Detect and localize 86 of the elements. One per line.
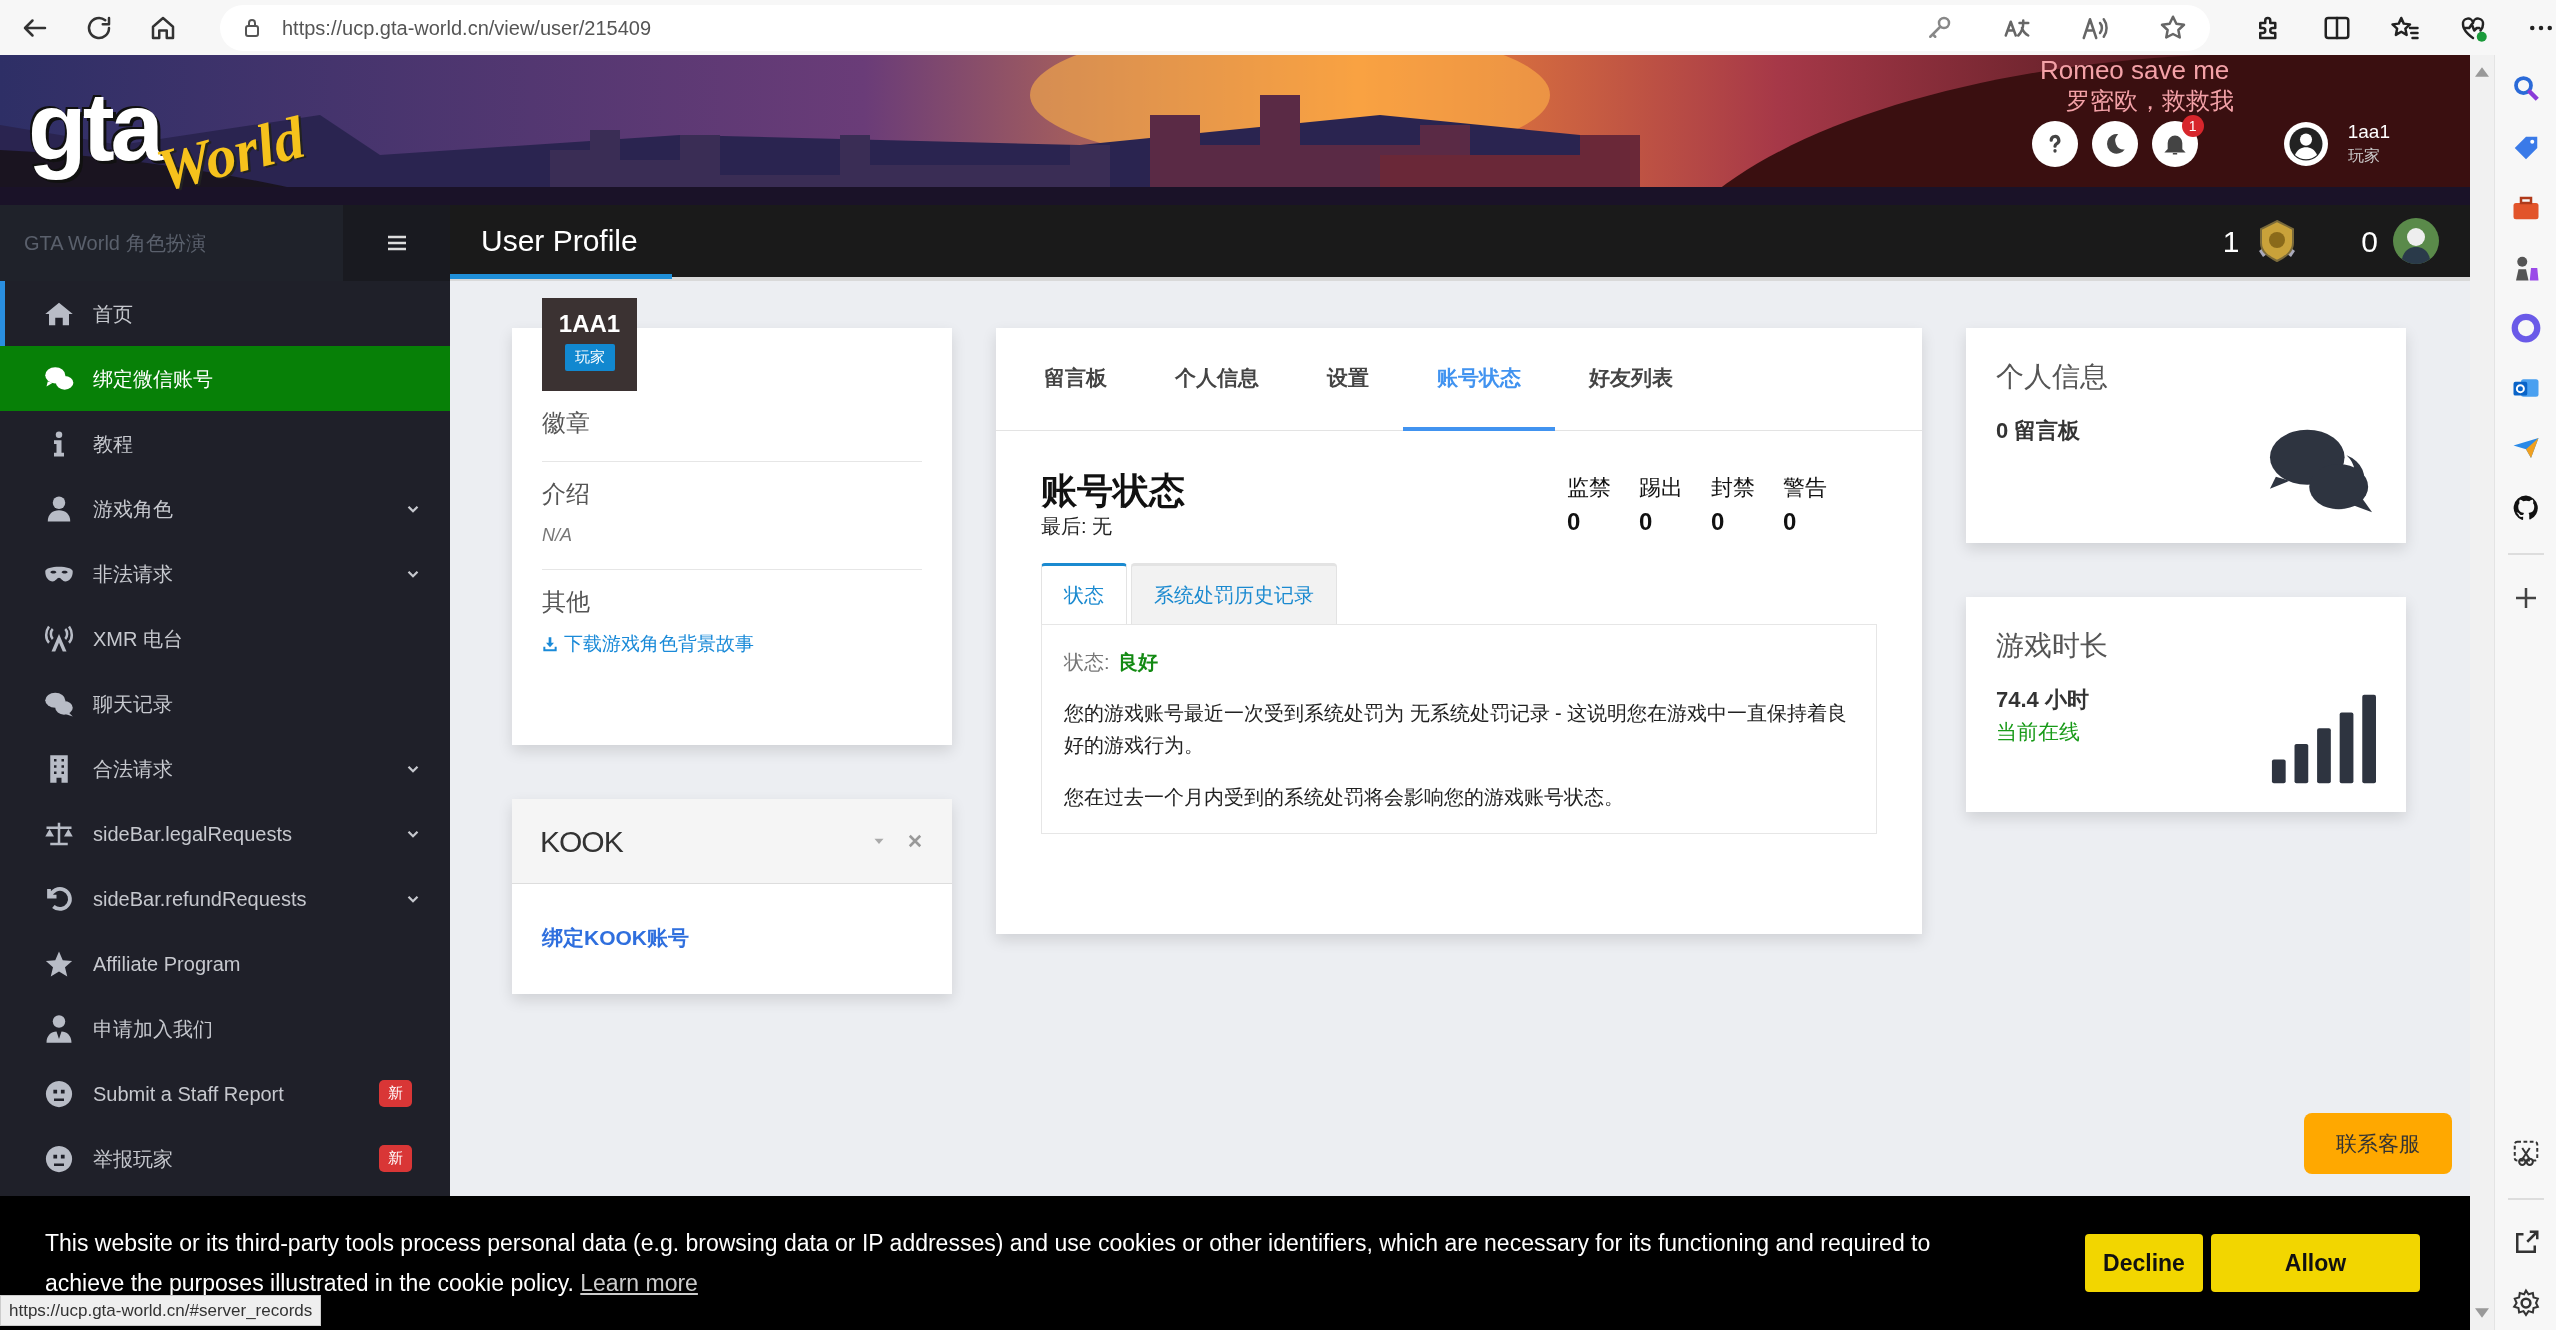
card-title: 个人信息 <box>1996 360 2108 394</box>
status-label: 状态: <box>1064 649 1110 675</box>
sidebar-item[interactable]: 合法请求 <box>0 736 450 801</box>
page-title: User Profile <box>450 207 672 279</box>
sidebar-item[interactable]: Submit a Staff Report 新 <box>0 1061 450 1126</box>
card-title: KOOK <box>540 823 624 860</box>
counter-value: 0 <box>1567 507 1582 537</box>
status-url: https://ucp.gta-world.cn/#server_records <box>0 1294 322 1326</box>
sidebar-item-label: 申请加入我们 <box>93 1016 214 1042</box>
sidebar-item[interactable]: 游戏角色 <box>0 476 450 541</box>
sidebar-item[interactable]: sideBar.refundRequests <box>0 866 450 931</box>
settings-icon[interactable] <box>2510 1288 2541 1318</box>
online-status: 当前在线 <box>1996 719 2081 745</box>
sidebar-item-label: Affiliate Program <box>93 951 242 977</box>
menu-toggle[interactable] <box>343 205 450 281</box>
profile-name: 1AA1 <box>558 312 621 336</box>
section-heading: 介绍 <box>542 479 591 509</box>
sidebar-item-label: 合法请求 <box>93 756 174 782</box>
sidebar-item-label: 教程 <box>93 431 134 457</box>
section-title: 账号状态 <box>1041 471 1185 511</box>
counter-value: 0 <box>2361 223 2378 260</box>
sidebar-item-label: 游戏角色 <box>93 496 174 522</box>
sidebar-item[interactable]: XMR 电台 <box>0 606 450 671</box>
counter-value: 0 <box>1711 507 1726 537</box>
section-text: N/A <box>542 524 573 547</box>
sidebar-item-label: Submit a Staff Report <box>93 1081 285 1107</box>
counter-value: 0 <box>1639 507 1654 537</box>
new-badge: 新 <box>379 1145 412 1172</box>
bind-link[interactable]: 绑定KOOK账号 <box>542 926 689 949</box>
antenna-icon <box>43 623 75 654</box>
sidebar-item-label: 绑定微信账号 <box>93 366 214 392</box>
counter-label: 踢出 <box>1639 474 1683 502</box>
card-title: 游戏时长 <box>1996 629 2108 663</box>
counter-label: 监禁 <box>1567 474 1611 502</box>
overlay-caption: 罗密欧，救救我 <box>2066 87 2234 115</box>
cookie-button[interactable]: Decline <box>2085 1234 2203 1292</box>
sidebar-item-label: sideBar.refundRequests <box>93 886 308 912</box>
section-heading: 徽章 <box>542 408 591 438</box>
status-value: 良好 <box>1117 649 1158 675</box>
sidebar-item[interactable]: 申请加入我们 <box>0 996 450 1061</box>
sidebar-item[interactable]: 绑定微信账号 <box>0 346 450 411</box>
download-icon <box>542 636 558 653</box>
sidebar-item-label: sideBar.legalRequests <box>93 821 293 847</box>
user-name: 1aa1 <box>2347 121 2390 144</box>
card-value: 0 留言板 <box>1996 417 2082 445</box>
tab[interactable]: 设置 <box>1293 328 1403 431</box>
sidebar-item-label: 举报玩家 <box>93 1146 174 1172</box>
ring-icon[interactable] <box>2510 313 2541 343</box>
counter-value: 1 <box>2222 223 2240 260</box>
face-icon <box>43 1078 75 1109</box>
last-update-text: 最后: 无 <box>1041 513 1114 539</box>
sidebar-item-label: XMR 电台 <box>93 626 184 652</box>
counter-label: 警告 <box>1783 474 1827 502</box>
status-paragraph: 您的游戏账号最近一次受到系统处罚为 无系统处罚记录 - 这说明您在游戏中一直保持着良好的游戏行为。 <box>1064 700 1849 758</box>
sidebar-item[interactable]: 举报玩家 新 <box>0 1126 450 1191</box>
user-avatar-icon[interactable] <box>2283 122 2328 167</box>
url-text: https://ucp.gta-world.cn/view/user/215409 <box>282 15 653 41</box>
contact-button[interactable]: 联系客服 <box>2304 1112 2452 1174</box>
counter-value: 0 <box>1783 507 1798 537</box>
close-icon[interactable] <box>906 832 924 850</box>
learn-more-link[interactable]: Learn more <box>580 1270 698 1296</box>
sidebar-item-label: 聊天记录 <box>93 691 174 717</box>
sidebar-item[interactable]: 聊天记录 <box>0 671 450 736</box>
tab[interactable]: 个人信息 <box>1141 328 1293 431</box>
tab[interactable]: 留言板 <box>1010 328 1141 431</box>
sidebar-item[interactable]: 非法请求 <box>0 541 450 606</box>
avatar-icon[interactable] <box>2392 217 2440 265</box>
new-badge: 新 <box>379 1080 412 1107</box>
sidebar-item-label: 首页 <box>93 301 134 327</box>
card-value: 74.4 小时 <box>1996 686 2090 714</box>
download-link[interactable]: 下载游戏角色背景故事 <box>564 630 754 659</box>
tab[interactable]: 好友列表 <box>1555 328 1707 431</box>
face-icon <box>43 1143 75 1174</box>
status-paragraph: 您在过去一个月内受到的系统处罚将会影响您的游戏账号状态。 <box>1064 784 1625 810</box>
sidebar-item-label: 非法请求 <box>93 561 174 587</box>
role-badge: 玩家 <box>564 344 615 371</box>
sidebar-item[interactable]: sideBar.legalRequests <box>0 801 450 866</box>
user-role: 玩家 <box>2347 145 2381 166</box>
counter-label: 封禁 <box>1711 474 1755 502</box>
sidebar-item[interactable]: Affiliate Program <box>0 931 450 996</box>
tab[interactable]: 状态 <box>1041 562 1127 624</box>
sidebar-item[interactable]: 教程 <box>0 411 450 476</box>
address-bar[interactable]: https://ucp.gta-world.cn/view/user/215409 <box>220 4 2210 51</box>
section-heading: 其他 <box>542 587 591 617</box>
cookie-button[interactable]: Allow <box>2211 1234 2420 1292</box>
overlay-caption: Romeo save me <box>2040 55 2230 85</box>
